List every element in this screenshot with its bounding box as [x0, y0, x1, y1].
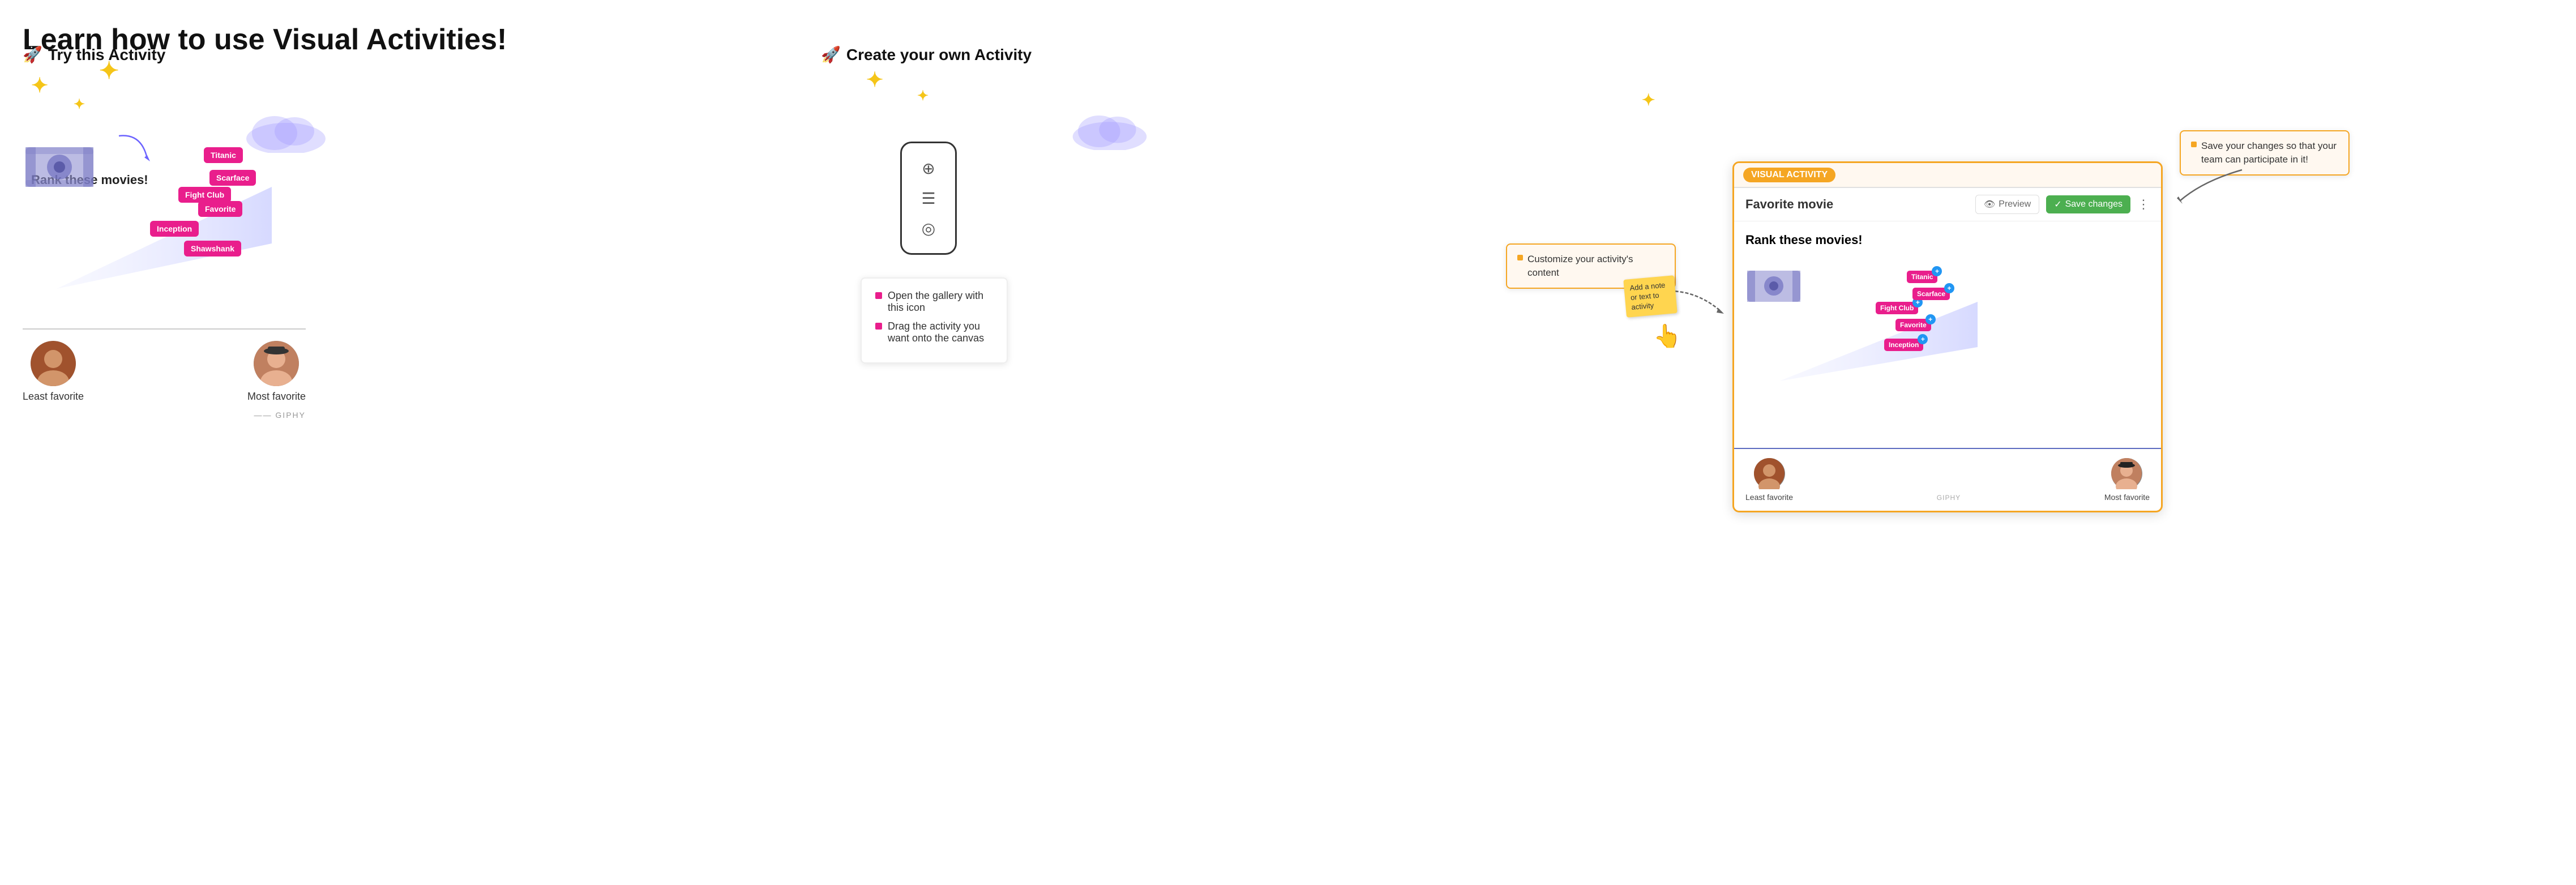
editor-header: Favorite movie 👁 Preview ✓ Save changes …: [1734, 188, 2161, 221]
avatar-most-favorite: Most favorite: [247, 341, 306, 403]
avatar-row: Least favorite Most favorite: [23, 341, 306, 403]
editor-actions: 👁 Preview ✓ Save changes ⋮: [1975, 195, 2150, 214]
create-section-label: 🚀 Create your own Activity: [821, 45, 1138, 64]
avatar-left: [31, 341, 76, 386]
try-activity-section: 🚀 Try this Activity: [23, 45, 317, 75]
tooltip-item-1: Open the gallery with this icon: [875, 290, 993, 314]
editor-avatar-left: [1754, 458, 1785, 489]
create-activity-section: 🚀 Create your own Activity: [821, 45, 1138, 75]
callout-dot-1: [1517, 255, 1523, 260]
cursor-hand-icon: 👆: [1653, 323, 1681, 349]
editor-avatar-right: [2111, 458, 2142, 489]
mini-film-reel: [1745, 262, 1802, 310]
avatar-least-favorite: Least favorite: [23, 341, 84, 403]
mini-tag-titanic: Titanic +: [1907, 271, 1937, 283]
mini-tag-inception-mini: Inception +: [1884, 339, 1923, 351]
preview-button[interactable]: 👁 Preview: [1975, 195, 2039, 214]
sparkle-icon: ✦: [31, 74, 48, 97]
avatar-section-left: Least favorite Most favorite —— GIPHY: [23, 328, 306, 403]
eye-icon: 👁: [1984, 199, 1995, 210]
giphy-label-editor: GIPHY: [1937, 494, 1961, 502]
layers-icon: ☰: [921, 189, 935, 208]
movie-tag-titanic: Titanic: [204, 147, 243, 163]
film-reel-icon: [23, 136, 96, 198]
save-button[interactable]: ✓ Save changes: [2046, 195, 2130, 213]
editor-rank-title: Rank these movies!: [1745, 233, 2150, 247]
mini-tag-scarface: Scarface +: [1912, 288, 1950, 300]
editor-body: Rank these movies!: [1734, 221, 2161, 448]
mini-tag-favorite: Favorite +: [1895, 319, 1931, 331]
try-section-label: 🚀 Try this Activity: [23, 45, 317, 64]
editor-avatar-least: Least favorite: [1745, 458, 1793, 502]
tooltip-item-2: Drag the activity you want onto the canv…: [875, 320, 993, 344]
rocket-emoji: 🚀: [23, 45, 42, 64]
check-icon: ✓: [2054, 199, 2061, 210]
more-options-button[interactable]: ⋮: [2137, 197, 2150, 212]
movie-tag-scarface: Scarface: [209, 170, 256, 186]
sparkle-right: ✦: [1642, 91, 1655, 109]
movie-activity: Titanic Fight Club Inception Scarface Fa…: [23, 125, 306, 306]
movie-tag-fightclub: Fight Club: [178, 187, 231, 203]
editor-tab-visual-activity[interactable]: VISUAL ACTIVITY: [1743, 168, 1835, 182]
avatar-divider: [23, 328, 306, 330]
sticky-note: Add a note or text to activity: [1623, 275, 1677, 317]
customize-callout-text: Customize your activity's content: [1517, 253, 1664, 280]
avatar-right: [254, 341, 299, 386]
editor-avatar-most: Most favorite: [2104, 458, 2150, 502]
tooltip-box: Open the gallery with this icon Drag the…: [861, 277, 1008, 364]
location-icon: ◎: [922, 219, 935, 238]
callout-dot-save: [2191, 142, 2197, 147]
editor-bottom-section: Least favorite GIPHY Most favorite: [1734, 448, 2161, 511]
movie-tag-shawshank: Shawshank: [184, 241, 241, 256]
rocket-emoji-2: 🚀: [821, 45, 841, 64]
movie-tag-inception: Inception: [150, 221, 199, 237]
giphy-label-left: —— GIPHY: [254, 411, 306, 420]
sparkle-mid-2: ✦: [917, 88, 928, 104]
save-callout-text: Save your changes so that your team can …: [2191, 139, 2338, 166]
tooltip-dot-1: [875, 292, 882, 299]
editor-tab-bar: VISUAL ACTIVITY: [1734, 163, 2161, 188]
search-icon: ⊕: [922, 159, 935, 178]
editor-activity-title: Favorite movie: [1745, 197, 1833, 212]
mini-tag-fightclub: Fight Club +: [1876, 302, 1918, 314]
cloud-decoration-mid: [1070, 108, 1149, 150]
tooltip-dot-2: [875, 323, 882, 330]
editor-frame: VISUAL ACTIVITY Favorite movie 👁 Preview…: [1732, 161, 2163, 512]
mini-ranking-area: Titanic + Fight Club + Scarface + Favori…: [1745, 256, 2150, 381]
sparkle-icon-2: ✦: [74, 96, 85, 113]
save-callout: Save your changes so that your team can …: [2180, 130, 2350, 176]
phone-mockup: ⊕ ☰ ◎: [900, 142, 957, 255]
movie-tag-favorite: Favorite: [198, 201, 242, 217]
